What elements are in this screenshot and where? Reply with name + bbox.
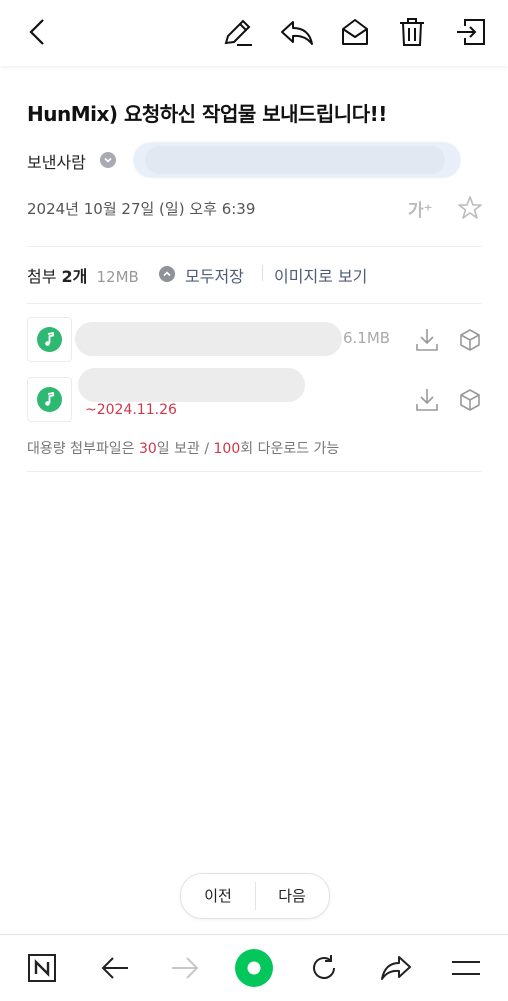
notice-suffix: 회 다운로드 가능 [240,441,340,457]
music-file-icon [37,387,62,412]
file-size: 6.1MB [343,329,391,347]
separator [262,265,263,281]
pencil-icon[interactable] [222,17,254,49]
large-attachment-notice: 대용량 첨부파일은 30일 보관 / 100회 다운로드 가능 [27,438,339,458]
mail-subject: HunMix) 요청하신 작업물 보내드립니다!! [27,102,387,126]
file-thumbnail[interactable] [27,377,72,422]
divider [27,246,482,247]
back-chevron-icon[interactable] [27,18,47,46]
file-name-blurred[interactable] [75,322,342,356]
bottom-navigation-bar [0,934,508,1001]
view-as-image-button[interactable]: 이미지로 보기 [274,263,367,287]
share-icon[interactable] [380,954,412,982]
envelope-open-icon[interactable] [340,17,370,47]
sender-label: 보낸사람 [27,153,86,172]
green-dot-icon[interactable] [234,948,274,988]
save-to-cloud-box-icon[interactable] [459,388,481,412]
reply-icon[interactable] [280,19,314,47]
notice-mid: 일 보관 / [156,441,214,457]
mail-date: 2024년 10월 27일 (일) 오후 6:39 [27,200,256,218]
trash-icon[interactable] [398,16,426,48]
sender-expand-icon[interactable] [100,152,116,168]
download-icon[interactable] [415,387,439,413]
attachments-expand-icon[interactable] [159,266,175,282]
move-folder-icon[interactable] [455,17,487,47]
attachments-total-size: 12MB [96,268,139,286]
sender-address-redaction [145,146,445,174]
forward-arrow-icon[interactable] [170,955,200,981]
top-toolbar [0,0,508,66]
divider [27,303,482,304]
next-mail-button[interactable]: 다음 [255,874,329,918]
previous-mail-button[interactable]: 이전 [181,874,255,918]
attachments-label: 첨부 [27,267,57,286]
font-size-button[interactable]: 가⁺ [408,196,433,221]
download-icon[interactable] [415,327,439,353]
notice-prefix: 대용량 첨부파일은 [27,441,139,457]
refresh-icon[interactable] [309,953,339,983]
file-name-blurred[interactable] [78,368,305,402]
naver-home-icon[interactable] [27,953,57,983]
file-expiry-date: ~2024.11.26 [85,402,177,418]
mail-pager: 이전 다음 [180,873,330,919]
save-all-button[interactable]: 모두저장 [185,263,244,287]
file-thumbnail[interactable] [27,317,72,362]
notice-count: 100 [213,441,241,457]
divider [27,471,482,472]
save-to-cloud-box-icon[interactable] [459,328,481,352]
back-arrow-icon[interactable] [100,955,130,981]
notice-days: 30 [138,441,157,457]
menu-icon[interactable] [451,959,481,977]
attachments-header: 첨부 2개 12MB [27,263,139,287]
music-file-icon [37,327,62,352]
star-icon[interactable] [457,195,483,221]
attachments-count: 2개 [61,267,88,286]
